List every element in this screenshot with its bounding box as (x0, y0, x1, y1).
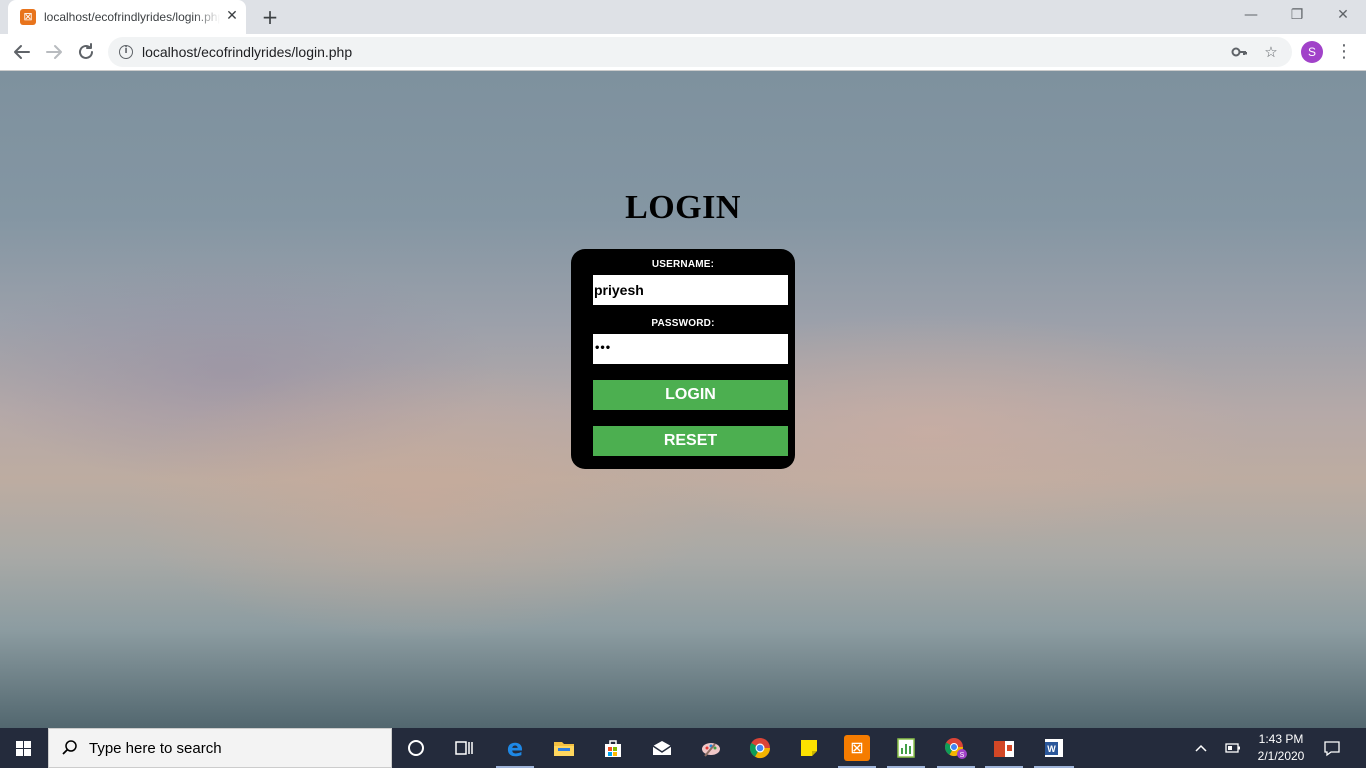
username-input[interactable] (593, 275, 788, 305)
browser-toolbar: i localhost/ecofrindlyrides/login.php ☆ … (0, 34, 1366, 71)
new-tab-button[interactable]: + (258, 5, 282, 29)
store-icon[interactable] (599, 734, 627, 762)
password-label: PASSWORD: (651, 318, 715, 329)
browser-tab[interactable]: ⊠ localhost/ecofrindlyrides/login.php ✕ (8, 0, 246, 34)
forward-arrow-icon[interactable] (40, 38, 68, 66)
mail-icon[interactable] (648, 734, 676, 762)
login-form: USERNAME: PASSWORD: ••• LOGIN RESET (571, 249, 795, 469)
start-button[interactable] (0, 728, 48, 768)
powerpoint-icon[interactable] (990, 734, 1018, 762)
minimize-button[interactable]: — (1228, 0, 1274, 30)
star-icon[interactable]: ☆ (1261, 42, 1281, 62)
page-viewport: LOGIN USERNAME: PASSWORD: ••• LOGIN RESE… (0, 71, 1366, 728)
windows-logo-icon (16, 741, 32, 756)
battery-icon[interactable] (1223, 738, 1243, 758)
back-arrow-icon[interactable] (8, 38, 36, 66)
taskbar: Type here to search e ⊠ S W 1:43 PM 2/1/… (0, 728, 1366, 768)
reload-icon[interactable] (72, 38, 100, 66)
tab-close-icon[interactable]: ✕ (224, 8, 240, 24)
sticky-notes-icon[interactable] (795, 734, 823, 762)
address-bar[interactable]: i localhost/ecofrindlyrides/login.php ☆ (108, 37, 1292, 67)
info-icon[interactable]: i (119, 45, 133, 59)
page-title: LOGIN (625, 189, 741, 226)
window-close-button[interactable]: ✕ (1320, 0, 1366, 30)
key-icon[interactable] (1229, 42, 1249, 62)
restore-button[interactable]: ❐ (1274, 0, 1320, 30)
search-placeholder: Type here to search (89, 740, 222, 757)
chevron-up-icon[interactable] (1191, 738, 1211, 758)
chrome-icon[interactable] (746, 734, 774, 762)
paint-icon[interactable] (697, 734, 725, 762)
edge-icon[interactable]: e (501, 734, 529, 762)
clock-date[interactable]: 2/1/2020 (1254, 749, 1308, 763)
xampp-icon[interactable]: ⊠ (844, 735, 870, 761)
sheets-icon[interactable] (892, 734, 920, 762)
file-explorer-icon[interactable] (550, 734, 578, 762)
word-icon[interactable]: W (1040, 734, 1068, 762)
url-text[interactable]: localhost/ecofrindlyrides/login.php (142, 44, 352, 60)
profile-avatar[interactable]: S (1301, 41, 1323, 63)
chrome-profile-icon[interactable]: S (942, 734, 970, 762)
svg-text:W: W (1047, 744, 1056, 754)
clock-time[interactable]: 1:43 PM (1254, 732, 1308, 746)
cortana-icon[interactable] (402, 734, 430, 762)
svg-text:S: S (960, 752, 965, 759)
username-label: USERNAME: (651, 259, 715, 270)
taskbar-search[interactable]: Type here to search (48, 728, 392, 768)
tab-strip: ⊠ localhost/ecofrindlyrides/login.php ✕ … (0, 0, 1366, 34)
password-input[interactable]: ••• (593, 334, 788, 364)
search-icon (61, 739, 79, 757)
more-vert-icon[interactable]: ⋮ (1334, 39, 1354, 65)
login-button[interactable]: LOGIN (593, 380, 788, 410)
reset-button[interactable]: RESET (593, 426, 788, 456)
tab-title: localhost/ecofrindlyrides/login.php (44, 10, 220, 24)
xampp-favicon-icon: ⊠ (20, 9, 36, 25)
task-view-icon[interactable] (450, 734, 478, 762)
notification-icon[interactable] (1322, 738, 1342, 758)
